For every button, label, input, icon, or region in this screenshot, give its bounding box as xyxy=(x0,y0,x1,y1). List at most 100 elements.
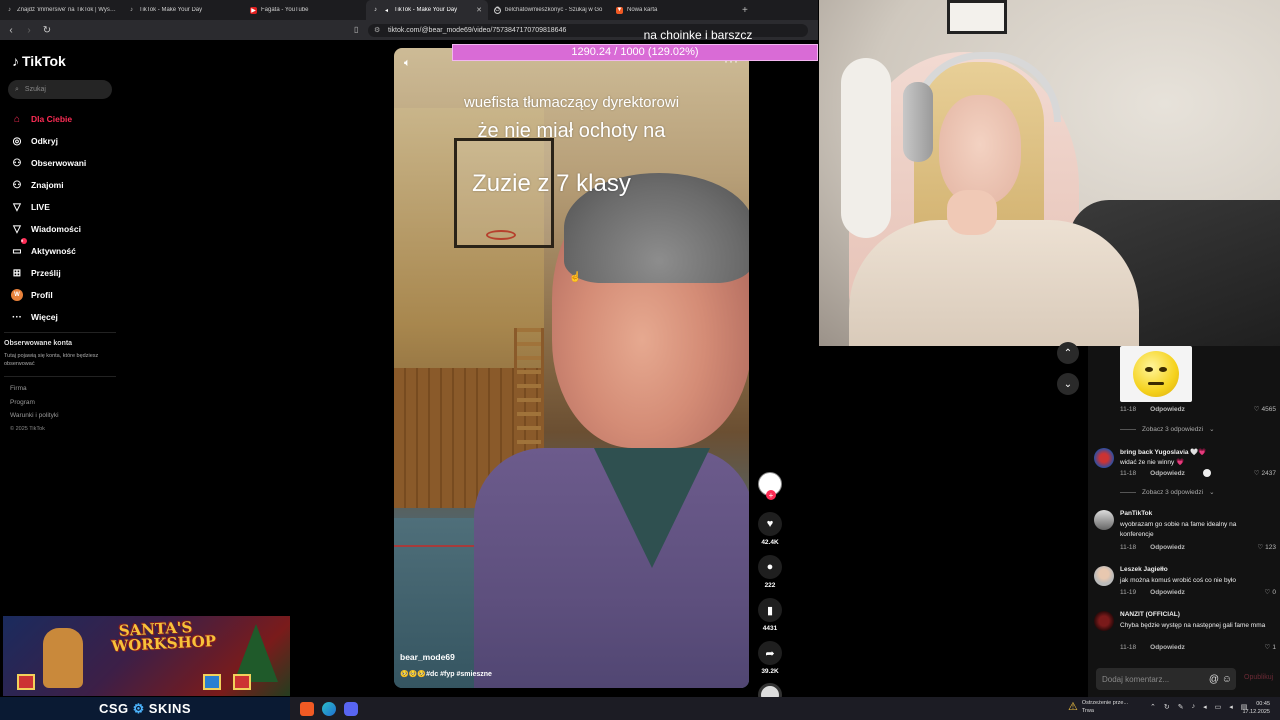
heart-icon: ♥ xyxy=(766,518,774,530)
like-count: 42.4K xyxy=(761,539,779,546)
brave-browser-icon[interactable] xyxy=(300,701,314,716)
close-icon[interactable]: ✕ xyxy=(476,6,482,14)
comment-author[interactable]: bring back Yugoslavia 🤍💗 xyxy=(1120,448,1207,456)
share-button[interactable]: ➦ xyxy=(758,641,782,665)
volume-icon[interactable]: 🔈︎ xyxy=(404,57,411,70)
chevron-up-icon[interactable]: ⌃ xyxy=(1150,703,1156,711)
previous-video-button[interactable]: ⌃ xyxy=(1057,342,1079,364)
reply-button[interactable]: Odpowiedz xyxy=(1150,470,1185,477)
sidebar-item-upload[interactable]: ⊞ Prześlij xyxy=(11,262,86,284)
browser-tab[interactable]: ▼ Nowa karta xyxy=(610,0,732,20)
chevron-down-icon: ⌄ xyxy=(1209,426,1215,433)
pen-icon[interactable]: ✎ xyxy=(1178,703,1184,711)
reply-button[interactable]: Odpowiedz xyxy=(1150,644,1185,651)
speaker-icon[interactable]: ◂ xyxy=(1229,703,1233,711)
browser-tab[interactable]: ▶ Fagata - YouTube xyxy=(244,0,366,20)
avatar[interactable] xyxy=(1094,510,1114,530)
avatar[interactable] xyxy=(1094,611,1114,631)
save-button[interactable]: ▮ xyxy=(758,598,782,622)
volume-icon[interactable]: ◂ xyxy=(1203,703,1207,711)
video-author[interactable]: bear_mode69 xyxy=(400,652,455,662)
discord-icon[interactable] xyxy=(344,701,358,716)
browser-tab[interactable]: ♪ TikTok - Make Your Day xyxy=(122,0,244,20)
browser-tab[interactable]: G belchatowmieszkonyc - Szukaj w Go xyxy=(488,0,610,20)
taskbar-clock[interactable]: 00:45 17.12.2025 xyxy=(1242,700,1270,716)
browser-tab[interactable]: ♪ Znajdź 'immersive' na TikTok | Wyszu xyxy=(0,0,122,20)
video-hashtags[interactable]: 🥺🥺🥺#dc #fyp #smieszne xyxy=(400,670,492,678)
sidebar-item-label: Więcej xyxy=(31,312,58,322)
comment-sticker-image xyxy=(1120,346,1192,402)
edge-browser-icon[interactable] xyxy=(322,701,336,716)
sidebar-item-friends[interactable]: ⚇ Znajomi xyxy=(11,174,86,196)
comment-author[interactable]: Leszek Jagiełło xyxy=(1120,566,1168,573)
forward-icon[interactable]: › xyxy=(24,25,34,36)
comment-button[interactable]: ● xyxy=(758,555,782,579)
comment-author[interactable]: PanTikTok xyxy=(1120,510,1152,517)
comment-input[interactable]: Dodaj komentarz... @ ☺ xyxy=(1096,668,1236,690)
tiktok-logo[interactable]: ♪ TikTok xyxy=(12,53,66,69)
sidebar-item-explore[interactable]: ◎ Odkryj xyxy=(11,130,86,152)
video-player[interactable]: wuefista tłumaczący dyrektorowi że nie m… xyxy=(394,48,749,688)
follow-plus-icon[interactable]: + xyxy=(766,490,776,500)
brave-icon: ▼ xyxy=(616,6,623,14)
sidebar-item-activity[interactable]: ▭ 9 Aktywność xyxy=(11,238,86,262)
chevron-up-icon: ⌃ xyxy=(1063,347,1073,359)
reply-button[interactable]: Odpowiedz xyxy=(1150,589,1185,596)
comment-meta: 11-18 Odpowiedz ♡ 123 xyxy=(1120,543,1276,552)
next-video-button[interactable]: ⌄ xyxy=(1057,373,1079,395)
reload-icon[interactable]: ↻ xyxy=(42,25,52,36)
video-caption-line: że nie miał ochoty na xyxy=(477,120,666,142)
footer-link[interactable]: Warunki i polityki xyxy=(10,412,59,426)
sidebar-item-label: Aktywność xyxy=(31,246,76,256)
comment-count: 222 xyxy=(764,582,776,589)
reply-button[interactable]: Odpowiedz xyxy=(1150,406,1185,413)
network-icon[interactable]: ▭ xyxy=(1215,703,1222,711)
comment-like-count: 2437 xyxy=(1261,469,1276,477)
view-replies-button[interactable]: Zobacz 3 odpowiedzi ⌄ xyxy=(1120,488,1215,496)
emoji-eye xyxy=(1159,367,1167,372)
streamer-hand xyxy=(947,190,997,235)
mention-icon[interactable]: @ ☺ xyxy=(1209,674,1236,685)
search-icon: ⌕ xyxy=(15,85,19,93)
avatar[interactable] xyxy=(1094,566,1114,586)
footer-link[interactable]: Program xyxy=(10,399,59,413)
comment-date: 11-18 xyxy=(1120,643,1137,651)
tiktok-icon: ♪ xyxy=(12,53,19,69)
sidebar-item-label: Dla Ciebie xyxy=(31,114,73,124)
comment-text: widać że nie winny 💗 xyxy=(1120,459,1185,466)
sidebar-item-for-you[interactable]: ⌂ Dla Ciebie xyxy=(11,108,86,130)
bookmark-icon[interactable]: ▯ xyxy=(354,25,358,34)
like-button[interactable]: ♥ xyxy=(758,512,782,536)
sidebar-item-messages[interactable]: ▽ Wiadomości xyxy=(11,218,86,240)
creator-avatar[interactable]: + xyxy=(758,472,782,500)
comment-author[interactable]: NANZIT (OFFICIAL) xyxy=(1120,611,1180,618)
sync-icon[interactable]: ↻ xyxy=(1164,703,1170,711)
site-settings-icon[interactable]: ⚙ xyxy=(374,24,380,37)
sidebar-item-live[interactable]: ▽ LIVE xyxy=(11,196,86,218)
new-tab-button[interactable]: + xyxy=(732,5,758,16)
followed-accounts-desc: Tutaj pojawią się konta, które będziesz … xyxy=(4,353,99,367)
comment-like-button[interactable]: ♡ 4565 xyxy=(1254,405,1276,414)
sponsor-banner: SANTA'S WORKSHOP xyxy=(3,616,290,696)
weather-warning-widget[interactable]: ⚠ Ostrzeżenie prze... Trwa xyxy=(1068,699,1128,715)
search-input[interactable]: ⌕ Szukaj xyxy=(8,80,112,99)
view-replies-button[interactable]: Zobacz 3 odpowiedzi ⌄ xyxy=(1120,425,1215,433)
reply-button[interactable]: Odpowiedz xyxy=(1150,544,1185,551)
browser-tab-active[interactable]: ♪ ◂ TikTok - Make Your Day ✕ xyxy=(366,0,488,20)
sidebar-item-more[interactable]: ··· Więcej xyxy=(11,306,86,328)
sidebar-divider xyxy=(4,376,116,377)
sidebar-item-following[interactable]: ⚇ Obserwowani xyxy=(11,152,87,174)
view-replies-label: Zobacz 3 odpowiedzi xyxy=(1142,488,1204,496)
windows-taskbar: ⚠ Ostrzeżenie prze... Trwa ⌃ ↻ ✎ ♪ ◂ ▭ ◂ … xyxy=(290,697,1280,720)
back-icon[interactable]: ‹ xyxy=(6,25,16,36)
mic-icon[interactable]: ♪ xyxy=(1192,703,1196,711)
comment-like-button[interactable]: ♡ 1 xyxy=(1265,643,1276,652)
sweater-neckline xyxy=(594,448,710,568)
avatar[interactable] xyxy=(1094,448,1114,468)
comment-like-button[interactable]: ♡ 0 xyxy=(1265,588,1276,597)
comment-like-button[interactable]: ♡ 123 xyxy=(1257,543,1276,552)
sidebar-item-profile[interactable]: W Profil xyxy=(11,284,86,306)
post-comment-button[interactable]: Opublikuj xyxy=(1244,674,1273,681)
footer-link[interactable]: Firma xyxy=(10,385,59,399)
comment-like-button[interactable]: ♡ 2437 xyxy=(1254,469,1276,478)
